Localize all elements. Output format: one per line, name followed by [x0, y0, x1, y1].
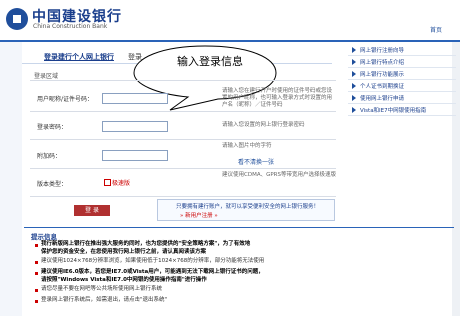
row-divider [30, 168, 336, 169]
tip-item: 建议使用1024×768分辨率浏览，如果使用低于1024×768的分辨率，部分功… [41, 258, 265, 264]
tip-bullet-icon [35, 244, 38, 247]
captcha-input[interactable] [102, 150, 168, 161]
login-button[interactable]: 登 录 [74, 205, 110, 216]
sidebar-item-features[interactable]: 网上银行特点介绍 [348, 57, 456, 68]
username-hint: 请输入您在建行开户时使用的证件号码或您设置的用户昵称，也可输入登录方式时设置的用… [222, 88, 333, 108]
sidebar-item-cert-renewal[interactable]: 个人证书到期换证 [348, 81, 456, 92]
tip-item: 建议使用IE6.0版本，若您是IE7.0或Vista用户，可能遇到无法下载网上银… [41, 269, 264, 275]
register-promo-box: 只要拥有建行账户，就可以享受便利安全的网上银行服务！ » 新用户注册 » [157, 199, 335, 221]
section-divider [30, 80, 336, 81]
login-section-label: 登录区域 [34, 73, 59, 80]
logo-text-en: China Construction Bank [33, 23, 108, 30]
sidebar-item-label: 使用网上银行申请 [360, 96, 405, 102]
left-margin [0, 42, 22, 316]
tips-divider [24, 227, 454, 228]
express-version-label[interactable]: 极速版 [112, 178, 130, 187]
tip-item: 请您尽量不要在网吧等公共场所使用网上银行系统 [41, 286, 163, 292]
tips-title: 提示信息 [31, 233, 57, 241]
promo-text: 只要拥有建行账户，就可以享受便利安全的网上银行服务！ [176, 204, 320, 210]
tip-item: 请按照"Windows Vista和IE7.0中网银的使用操作指南"进行操作 [41, 277, 207, 283]
username-input[interactable] [102, 93, 168, 104]
home-link[interactable]: 首页 [430, 25, 442, 34]
sidebar-item-vista-guide[interactable]: Vista和IE7中网银使用指南 [348, 105, 456, 116]
arrow-right-icon [352, 107, 356, 113]
version-label: 版本类型： [37, 181, 68, 188]
captcha-hint: 请输入图片中的字符 [222, 143, 272, 149]
sidebar-item-demo[interactable]: 网上银行功能展示 [348, 69, 456, 80]
row-divider [30, 196, 336, 197]
tip-item: 保护您的资金安全，在您使用我行网上银行之前，请认真阅读该方案 [41, 249, 207, 255]
callout-text: 输入登录信息 [177, 55, 243, 68]
password-input[interactable] [102, 121, 168, 132]
tip-bullet-icon [35, 272, 38, 275]
arrow-right-icon [352, 59, 356, 65]
username-label: 用户昵称/证件号码： [37, 96, 94, 103]
row-divider [30, 139, 336, 140]
tip-bullet-icon [35, 300, 38, 303]
sidebar-item-register-guide[interactable]: 网上银行注册向导 [348, 45, 456, 56]
new-user-register-link[interactable]: » 新用户注册 » [180, 211, 218, 219]
captcha-label: 附加码： [37, 153, 62, 160]
sidebar-item-label: 网上银行特点介绍 [360, 60, 405, 66]
tip-item: 我行新版网上银行在推出强大服务的同时，也为您提供的"安全策略方案"，为了有效地 [41, 241, 251, 247]
arrow-right-icon [352, 95, 356, 101]
arrow-right-icon [352, 71, 356, 77]
password-hint: 请输入您设置的网上银行登录密码 [222, 122, 305, 128]
sidebar-item-label: 个人证书到期换证 [360, 84, 405, 90]
tab-personal-login[interactable]: 登录建行个人网上银行 [44, 52, 114, 62]
arrow-right-icon [352, 83, 356, 89]
sidebar-item-label: 网上银行功能展示 [360, 72, 405, 78]
password-label: 登录密码： [37, 124, 68, 131]
sidebar-item-label: Vista和IE7中网银使用指南 [360, 108, 427, 114]
sidebar-item-apply[interactable]: 使用网上银行申请 [348, 93, 456, 104]
row-divider [30, 111, 336, 112]
express-version-checkbox[interactable] [104, 179, 111, 186]
arrow-right-icon [352, 47, 356, 53]
ccb-logo-icon [6, 8, 28, 30]
refresh-captcha-link[interactable]: 看不清换一张 [238, 157, 274, 166]
tip-bullet-icon [35, 261, 38, 264]
tip-item: 登录网上银行系统后，如需退出，请点击"退出系统" [41, 297, 168, 303]
bank-logo: 中国建设银行 China Construction Bank [4, 4, 134, 36]
sidebar-item-label: 网上银行注册向导 [360, 48, 405, 54]
tip-bullet-icon [35, 289, 38, 292]
version-hint: 建议使用CDMA、GPRS等带宽用户选择极速版 [222, 172, 336, 178]
